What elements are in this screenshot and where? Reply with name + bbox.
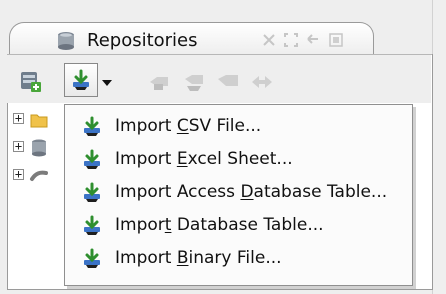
folder-icon bbox=[30, 114, 48, 128]
menu-item-import-database-table[interactable]: Import Database Table... bbox=[65, 211, 414, 241]
window-edge bbox=[432, 0, 446, 294]
database-icon bbox=[58, 32, 74, 50]
import-icon bbox=[84, 215, 100, 235]
maximize-icon[interactable] bbox=[282, 31, 300, 49]
menu-item-import-access-database-table[interactable]: Import Access Database Table... bbox=[65, 178, 414, 208]
import-icon bbox=[84, 248, 100, 268]
expand-icon[interactable]: + bbox=[13, 140, 24, 152]
transfer-icon[interactable] bbox=[248, 68, 276, 96]
tab-title: Repositories bbox=[87, 30, 198, 51]
repository-action-2-icon[interactable] bbox=[180, 68, 208, 96]
expand-icon[interactable]: + bbox=[13, 112, 24, 124]
menu-item-label: Import Binary File... bbox=[115, 248, 282, 268]
repositories-tab[interactable]: Repositories bbox=[9, 22, 374, 56]
menu-item-label: Import Excel Sheet... bbox=[115, 149, 293, 169]
import-icon bbox=[73, 69, 89, 90]
minimize-icon[interactable] bbox=[327, 31, 345, 49]
repositories-view: Repositories + + + Import CSV File... Im… bbox=[0, 0, 446, 294]
link-icon bbox=[30, 170, 48, 181]
repository-action-3-icon[interactable] bbox=[214, 68, 242, 96]
import-icon bbox=[84, 116, 100, 136]
menu-item-import-binary-file[interactable]: Import Binary File... bbox=[65, 244, 414, 274]
import-icon bbox=[84, 182, 100, 202]
database-icon bbox=[32, 139, 46, 157]
close-icon[interactable] bbox=[260, 31, 278, 49]
import-button[interactable] bbox=[64, 63, 98, 97]
expand-icon[interactable]: + bbox=[13, 168, 24, 180]
dropdown-arrow-icon[interactable] bbox=[101, 79, 113, 87]
menu-item-label: Import CSV File... bbox=[115, 116, 262, 136]
add-repository-icon[interactable] bbox=[18, 68, 46, 96]
repository-action-1-icon[interactable] bbox=[145, 68, 173, 96]
menu-item-label: Import Access Database Table... bbox=[115, 182, 388, 202]
menu-item-label: Import Database Table... bbox=[115, 215, 324, 235]
import-menu: Import CSV File... Import Excel Sheet...… bbox=[64, 104, 413, 286]
menu-item-import-csv-file[interactable]: Import CSV File... bbox=[65, 112, 414, 142]
import-icon bbox=[84, 149, 100, 169]
restore-icon[interactable] bbox=[304, 31, 322, 49]
menu-item-import-excel-sheet[interactable]: Import Excel Sheet... bbox=[65, 145, 414, 175]
